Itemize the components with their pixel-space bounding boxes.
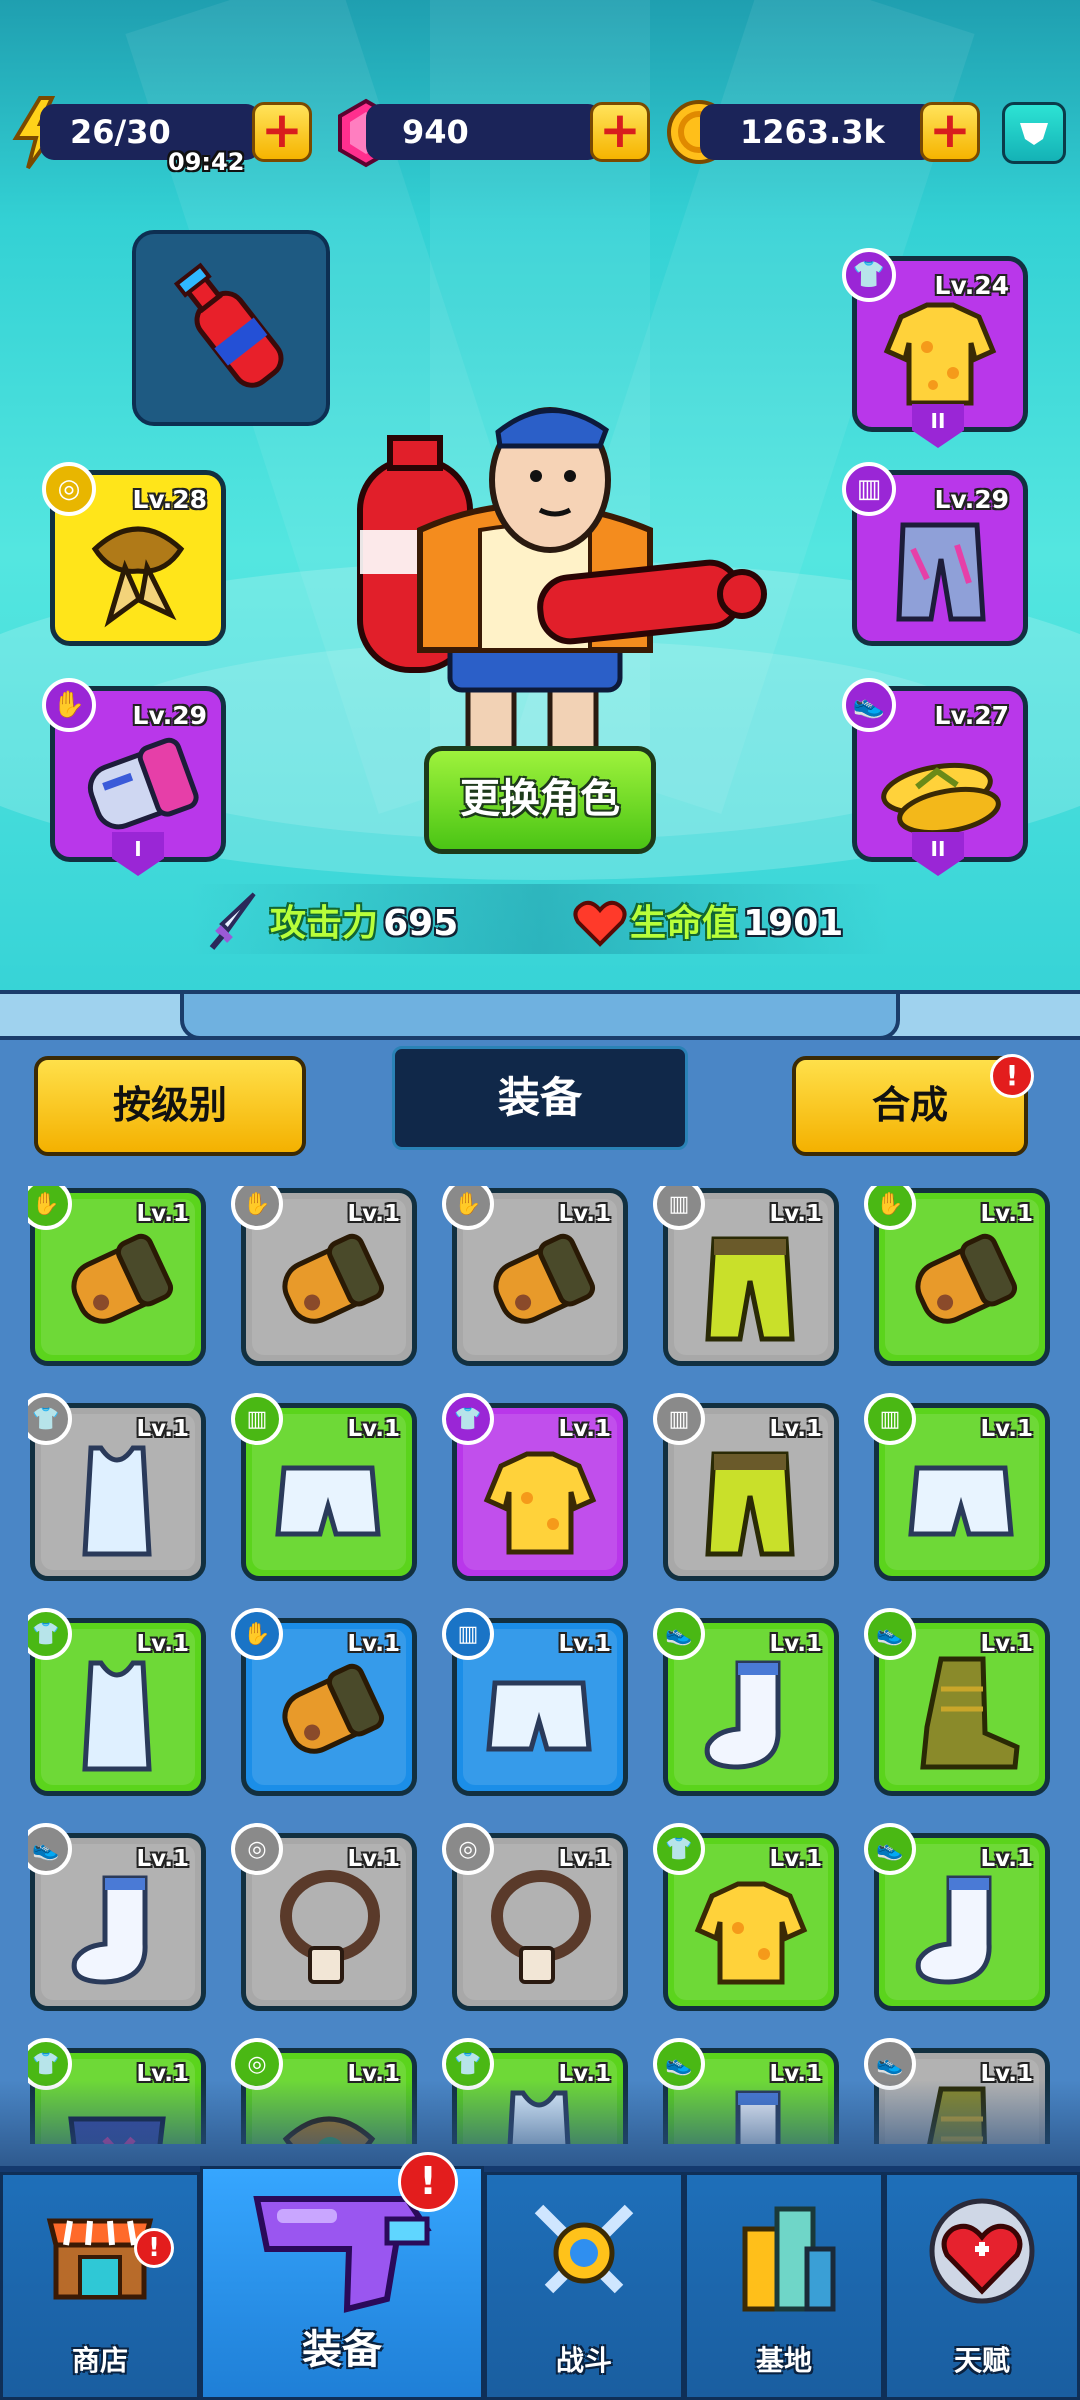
item-type-badge: 👕: [653, 1823, 705, 1875]
add-energy-button[interactable]: +: [252, 102, 312, 162]
gem-pill: 940: [366, 104, 602, 160]
item-type-badge: ◎: [231, 1823, 283, 1875]
merge-alert-badge: !: [990, 1054, 1034, 1098]
crossed-swords-icon: [534, 2204, 634, 2294]
item-level: Lv.1: [769, 1201, 822, 1227]
feet-badge: 👟: [842, 678, 896, 732]
item-level: Lv.1: [347, 1631, 400, 1657]
coin-value: 1263.3k: [740, 113, 885, 151]
item-type-badge: ▥: [231, 1393, 283, 1445]
equipment-alert-badge: !: [398, 2152, 458, 2212]
nav-shop[interactable]: 商店: [0, 2172, 200, 2400]
energy-value: 26/30: [70, 113, 171, 151]
equipment-tab-title: 装备: [392, 1046, 688, 1150]
neck-badge: ◎: [42, 462, 96, 516]
grid-fade: [0, 2080, 1080, 2170]
add-gems-button[interactable]: +: [590, 102, 650, 162]
heart-shield-icon: [929, 2198, 1035, 2304]
item-level: Lv.1: [980, 1416, 1033, 1442]
menu-button[interactable]: [1002, 102, 1066, 164]
nav-shop-label: 商店: [71, 2344, 128, 2377]
nav-talent-label: 天赋: [953, 2344, 1010, 2377]
item-level: Lv.1: [769, 1631, 822, 1657]
legs-badge: ▥: [842, 462, 896, 516]
body-badge: 👕: [842, 248, 896, 302]
item-type-badge: 👕: [442, 1393, 494, 1445]
attack-label: 攻击力: [270, 903, 379, 944]
energy-timer: 09:42: [168, 148, 245, 176]
weapon-slot[interactable]: [132, 230, 330, 426]
item-level: Lv.1: [769, 1416, 822, 1442]
nav-base[interactable]: 基地: [684, 2172, 884, 2400]
item-type-badge: ▥: [442, 1608, 494, 1660]
nav-battle-label: 战斗: [555, 2344, 612, 2377]
item-level: Lv.1: [558, 1846, 611, 1872]
item-level: Lv.1: [136, 1846, 189, 1872]
item-level: Lv.1: [980, 1631, 1033, 1657]
item-level: Lv.1: [769, 1846, 822, 1872]
item-level: Lv.1: [136, 1631, 189, 1657]
item-level: Lv.1: [347, 1846, 400, 1872]
item-type-badge: ✋: [231, 1608, 283, 1660]
item-type-badge: ▥: [653, 1393, 705, 1445]
shield-icon: [1020, 123, 1048, 145]
change-character-button[interactable]: 更换角色: [424, 746, 656, 854]
item-type-badge: ◎: [442, 1823, 494, 1875]
item-level: Lv.1: [558, 1201, 611, 1227]
hero-character: [357, 407, 767, 753]
divider-center: [180, 990, 900, 1040]
nav-battle[interactable]: 战斗: [484, 2172, 684, 2400]
item-level: Lv.1: [136, 1201, 189, 1227]
coin-pill: 1263.3k: [700, 104, 936, 160]
hand-badge: ✋: [42, 678, 96, 732]
city-icon: [742, 2206, 836, 2312]
sword-icon: [209, 892, 256, 950]
item-level: Lv.1: [347, 1416, 400, 1442]
item-level: Lv.1: [980, 1846, 1033, 1872]
item-type-badge: 👟: [864, 1823, 916, 1875]
item-type-badge: 👟: [653, 1608, 705, 1660]
item-level: Lv.1: [136, 1416, 189, 1442]
item-level: Lv.1: [980, 1201, 1033, 1227]
nav-talent[interactable]: 天赋: [884, 2172, 1080, 2400]
hp-label: 生命值: [630, 903, 739, 944]
add-coins-button[interactable]: +: [920, 102, 980, 162]
nav-equipment-label: 装备: [302, 2327, 382, 2373]
attack-stat: 攻击力 695: [270, 894, 458, 946]
item-type-badge: ▥: [864, 1393, 916, 1445]
attack-value: 695: [383, 903, 459, 944]
heart-icon: [573, 900, 627, 947]
sort-by-level-button[interactable]: 按级别: [34, 1056, 306, 1156]
item-type-badge: 👟: [864, 1608, 916, 1660]
hp-stat: 生命值 1901: [630, 894, 843, 946]
inventory-grid: Lv.1 ✋ Lv.1 ✋ Lv.1 ✋ Lv.1 ▥ Lv.1 ✋ Lv.1 👕 Lv.1 ▥ Lv.1 👕…: [28, 1186, 1052, 2144]
panel-divider: [0, 990, 1080, 1040]
shop-alert-badge: !: [134, 2228, 174, 2268]
item-level: Lv.1: [347, 1201, 400, 1227]
item-level: Lv.1: [558, 1416, 611, 1442]
item-level: Lv.1: [558, 1631, 611, 1657]
soda-bottle-icon: [173, 262, 284, 388]
hp-value: 1901: [743, 903, 844, 944]
nav-base-label: 基地: [755, 2344, 812, 2377]
gem-value: 940: [402, 113, 469, 151]
